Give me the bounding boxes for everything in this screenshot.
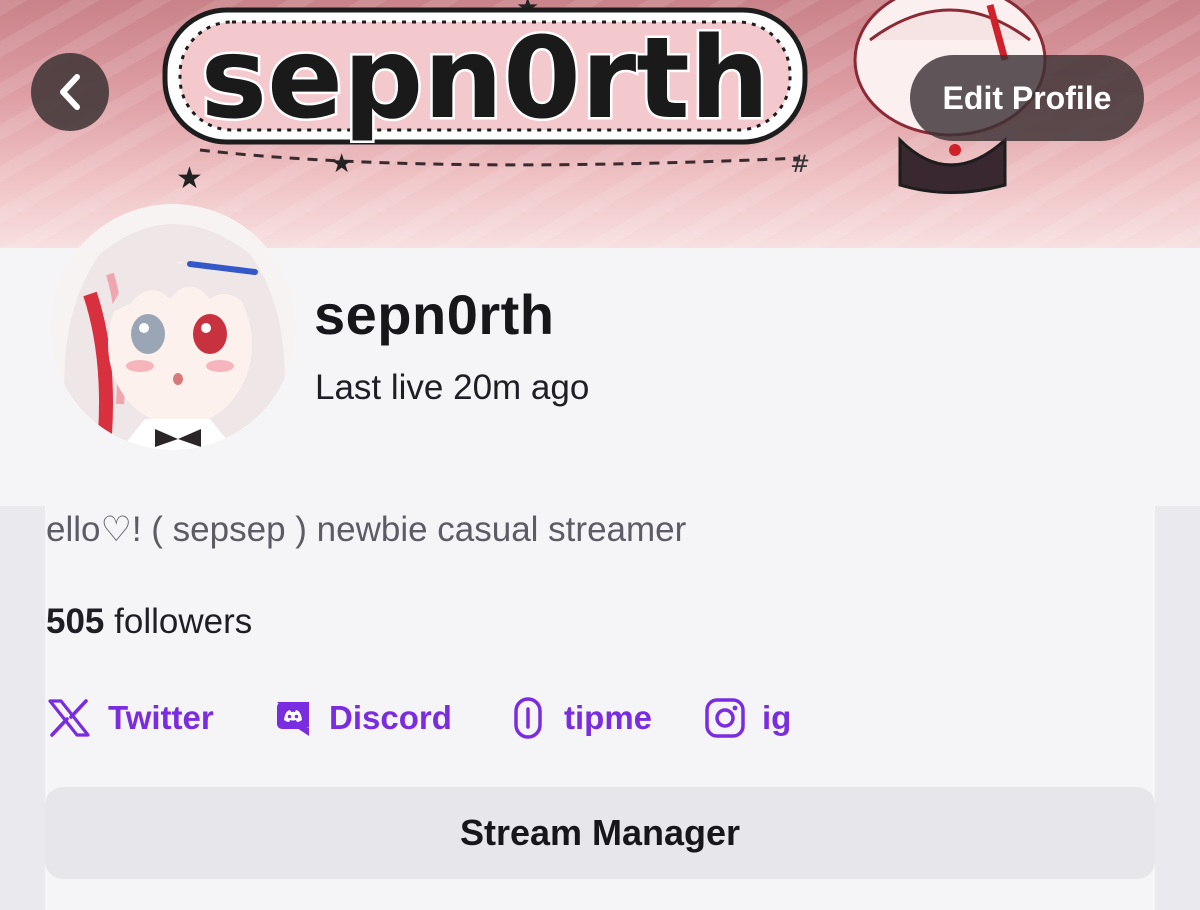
avatar-illustration bbox=[50, 204, 296, 450]
channel-name: sepn0rth bbox=[314, 283, 555, 346]
svg-text:★: ★ bbox=[176, 161, 203, 196]
svg-text:★: ★ bbox=[330, 149, 353, 179]
banner-logo-text: sepn0rth bbox=[201, 14, 770, 144]
edit-profile-button[interactable]: Edit Profile bbox=[910, 55, 1144, 141]
social-link-label: tipme bbox=[564, 699, 653, 736]
social-link-ig[interactable]: ig bbox=[704, 690, 791, 746]
instagram-icon bbox=[704, 697, 746, 739]
profile-bio: ello♡! ( sepsep ) newbie casual streamer bbox=[46, 510, 687, 549]
social-link-label: Discord bbox=[329, 699, 452, 736]
social-link-tipme[interactable]: tipme bbox=[508, 690, 652, 746]
followers-label: followers bbox=[114, 602, 253, 641]
avatar[interactable] bbox=[50, 204, 296, 450]
right-gutter bbox=[1155, 506, 1200, 910]
social-link-discord[interactable]: Discord bbox=[273, 690, 452, 746]
followers-number: 505 bbox=[46, 602, 105, 641]
social-link-label: Twitter bbox=[108, 699, 214, 736]
last-live-status: Last live 20m ago bbox=[315, 368, 590, 407]
link-icon bbox=[508, 696, 548, 740]
social-link-twitter[interactable]: Twitter bbox=[46, 690, 214, 746]
social-link-label: ig bbox=[762, 699, 792, 736]
stream-manager-button[interactable]: Stream Manager bbox=[45, 787, 1155, 879]
chevron-left-icon bbox=[60, 74, 80, 110]
discord-icon bbox=[273, 698, 313, 738]
followers-count[interactable]: 505 followers bbox=[46, 602, 252, 642]
left-gutter bbox=[0, 506, 45, 910]
x-twitter-icon bbox=[46, 698, 92, 738]
back-button[interactable] bbox=[31, 53, 109, 131]
svg-text:#: # bbox=[790, 150, 810, 178]
